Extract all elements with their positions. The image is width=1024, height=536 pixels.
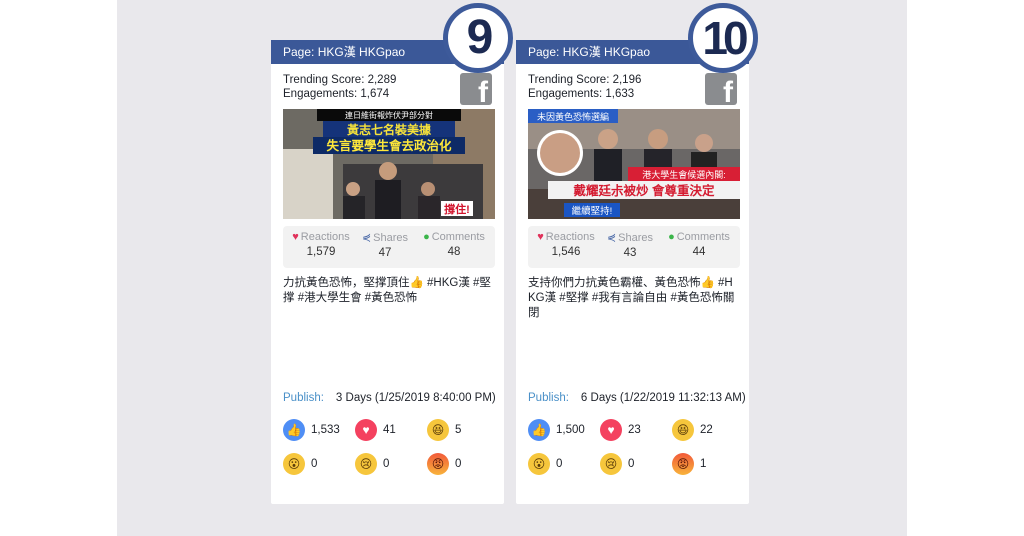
reactions-value: 1,579: [306, 246, 336, 258]
post-thumbnail[interactable]: 未因黃色恐怖選編 港大學生會候選內閣: 戴耀廷尗被炒 會尊重決定 繼續堅持!: [528, 109, 740, 219]
comments-label: Comments: [431, 231, 485, 243]
like-reaction: 👍 1,533: [283, 418, 340, 444]
sad-reaction: 😢 0: [355, 452, 389, 478]
shares-stat: ⋞ Shares 43: [602, 231, 658, 259]
sad-count: 0: [383, 458, 390, 470]
shares-value: 43: [623, 247, 637, 259]
wow-reaction: 😮 0: [528, 452, 562, 478]
score-block: Trending Score: 2,196 Engagements: 1,633: [528, 73, 641, 101]
rank-badge: 9: [443, 3, 513, 73]
angry-count: 1: [700, 458, 707, 470]
rank-badge: 10: [688, 3, 758, 73]
shares-label: Shares: [618, 232, 654, 244]
post-text: 力抗黃色恐怖，堅撑頂住👍 #HKG漢 #堅撑 #港大學生會 #黃色恐怖: [283, 277, 491, 304]
haha-icon: 😆: [427, 418, 449, 441]
reactions-value: 1,546: [551, 246, 581, 258]
publish-value: 3 Days (1/25/2019 8:40:00 PM): [335, 392, 496, 404]
haha-count: 5: [455, 424, 462, 436]
thumb-caption-2: 港大學生會候選內閣:: [642, 169, 726, 180]
publish-value: 6 Days (1/22/2019 11:32:13 AM): [580, 392, 746, 404]
post-card-10[interactable]: Page: HKG漢 HKGpao 10 Trending Score: 2,1…: [516, 3, 758, 504]
post-thumbnail[interactable]: 連日維街報炸伏尹部分對 黃志七名裝美據 失言要學生會去政治化 撐住!: [283, 109, 495, 219]
post-text: 支持你們力抗黃色霸權、黃色恐怖👍 #HKG漢 #堅撑 #我有言論自由 #黃色恐怖…: [528, 277, 735, 319]
reactions-label: Reactions: [300, 231, 350, 243]
engagement-stats: ♥ Reactions 1,546 ⋞ Shares 43 ● Comments 44: [528, 226, 740, 268]
sad-icon: 😢: [600, 452, 622, 475]
heart-icon: ♥: [537, 231, 544, 243]
like-count: 1,500: [556, 424, 585, 436]
haha-reaction: 😆 5: [427, 418, 461, 444]
comments-value: 48: [447, 246, 461, 258]
thumb-caption-4: 撐住!: [444, 202, 470, 216]
comments-value: 44: [692, 246, 706, 258]
comments-stat: ● Comments 48: [417, 231, 491, 258]
like-reaction: 👍 1,500: [528, 418, 585, 444]
like-count: 1,533: [311, 424, 340, 436]
love-icon: ♥: [355, 418, 377, 441]
love-icon: ♥: [600, 418, 622, 441]
angry-icon: 😡: [672, 452, 694, 475]
heart-icon: ♥: [292, 231, 299, 243]
engagements: Engagements: 1,633: [528, 88, 635, 100]
facebook-icon[interactable]: f: [705, 73, 737, 105]
love-count: 23: [628, 424, 641, 436]
facebook-icon[interactable]: f: [460, 73, 492, 105]
thumb-caption-1: 連日維街報炸伏尹部分對: [345, 110, 433, 120]
reactions-label: Reactions: [545, 231, 595, 243]
haha-reaction: 😆 22: [672, 418, 713, 444]
angry-icon: 😡: [427, 452, 449, 475]
sad-reaction: 😢 0: [600, 452, 634, 478]
wow-icon: 😮: [283, 452, 305, 475]
reaction-breakdown: 👍 1,500 ♥ 23 😆 22 😮 0 😢 0 😡 1: [528, 418, 740, 482]
share-icon: ⋞: [361, 232, 372, 244]
shares-label: Shares: [373, 232, 409, 244]
thumb-caption-2: 黃志七名裝美據: [346, 122, 432, 137]
love-reaction: ♥ 41: [355, 418, 396, 444]
like-icon: 👍: [283, 418, 305, 441]
reactions-stat: ♥ Reactions 1,546: [534, 231, 598, 258]
engagements: Engagements: 1,674: [283, 88, 390, 100]
thumb-caption-4: 繼續堅持!: [572, 205, 613, 217]
sad-count: 0: [628, 458, 635, 470]
shares-value: 47: [378, 247, 392, 259]
wow-count: 0: [311, 458, 318, 470]
comments-stat: ● Comments 44: [662, 231, 736, 258]
thumb-caption-1: 未因黃色恐怖選編: [537, 111, 609, 122]
trending-score: Trending Score: 2,289: [283, 74, 397, 86]
love-count: 41: [383, 424, 396, 436]
wow-icon: 😮: [528, 452, 550, 475]
reactions-stat: ♥ Reactions 1,579: [289, 231, 353, 258]
angry-count: 0: [455, 458, 462, 470]
comment-icon: ●: [668, 231, 675, 243]
comment-icon: ●: [423, 231, 430, 243]
haha-count: 22: [700, 424, 713, 436]
love-reaction: ♥ 23: [600, 418, 641, 444]
trending-score: Trending Score: 2,196: [528, 74, 642, 86]
publish-label: Publish:: [528, 392, 569, 404]
like-icon: 👍: [528, 418, 550, 441]
thumb-caption-3: 失言要學生會去政治化: [326, 138, 452, 153]
publish-info: Publish: 6 Days (1/22/2019 11:32:13 AM): [528, 392, 746, 404]
reaction-breakdown: 👍 1,533 ♥ 41 😆 5 😮 0 😢 0 😡 0: [283, 418, 495, 482]
sad-icon: 😢: [355, 452, 377, 475]
share-icon: ⋞: [606, 232, 617, 244]
score-block: Trending Score: 2,289 Engagements: 1,674: [283, 73, 396, 101]
haha-icon: 😆: [672, 418, 694, 441]
thumb-caption-3: 戴耀廷尗被炒 會尊重決定: [574, 183, 715, 198]
angry-reaction: 😡 0: [427, 452, 461, 478]
publish-label: Publish:: [283, 392, 324, 404]
shares-stat: ⋞ Shares 47: [357, 231, 413, 259]
comments-label: Comments: [676, 231, 730, 243]
angry-reaction: 😡 1: [672, 452, 706, 478]
engagement-stats: ♥ Reactions 1,579 ⋞ Shares 47 ● Comments 48: [283, 226, 495, 268]
wow-reaction: 😮 0: [283, 452, 317, 478]
page-background: Page: HKG漢 HKGpao 9 Trending Score: 2,28…: [117, 0, 907, 536]
publish-info: Publish: 3 Days (1/25/2019 8:40:00 PM): [283, 392, 496, 404]
post-card-9[interactable]: Page: HKG漢 HKGpao 9 Trending Score: 2,28…: [271, 3, 513, 504]
wow-count: 0: [556, 458, 563, 470]
